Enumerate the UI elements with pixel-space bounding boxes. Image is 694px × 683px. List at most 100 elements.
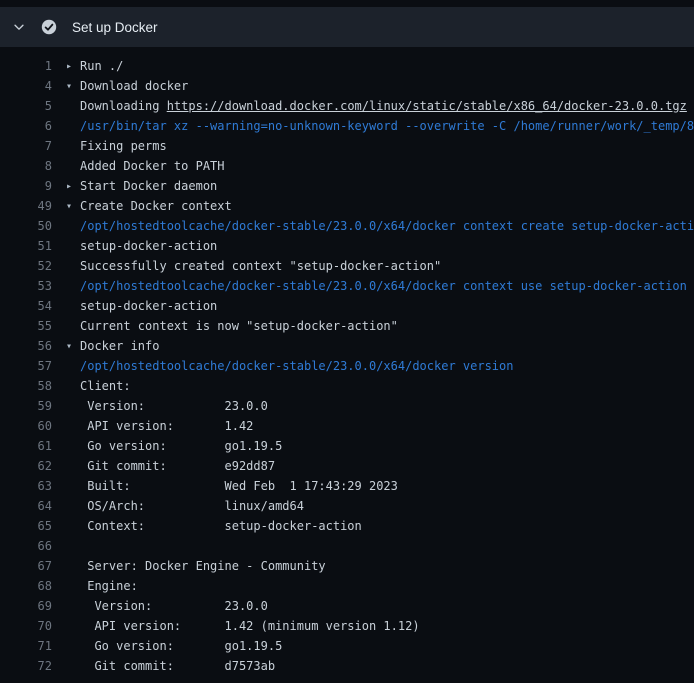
log-line: 66 xyxy=(0,536,694,556)
line-number[interactable]: 56 xyxy=(0,336,52,356)
log-line: 67 Server: Docker Engine - Community xyxy=(0,556,694,576)
log-text: Successfully created context "setup-dock… xyxy=(80,259,441,273)
log-line: 56▾Docker info xyxy=(0,336,694,356)
log-group-header[interactable]: ▾Create Docker context xyxy=(52,196,232,216)
log-line-content: API version: 1.42 (minimum version 1.12) xyxy=(52,616,420,636)
line-number[interactable]: 58 xyxy=(0,376,52,396)
log-line-content: Go version: go1.19.5 xyxy=(52,436,282,456)
log-line-content: Built: Wed Feb 1 17:43:29 2023 xyxy=(52,476,398,496)
log-link[interactable]: https://download.docker.com/linux/static… xyxy=(167,99,687,113)
log-line: 49▾Create Docker context xyxy=(0,196,694,216)
step-header[interactable]: Set up Docker xyxy=(0,7,694,47)
line-number[interactable]: 53 xyxy=(0,276,52,296)
log-text: Downloading xyxy=(80,99,167,113)
log-line: 69 Version: 23.0.0 xyxy=(0,596,694,616)
log-line-content: setup-docker-action xyxy=(52,236,217,256)
log-text: Start Docker daemon xyxy=(80,179,217,193)
log-text: Go version: go1.19.5 xyxy=(80,639,282,653)
log-text: Download docker xyxy=(80,79,188,93)
line-number[interactable]: 59 xyxy=(0,396,52,416)
log-group-header[interactable]: ▸Run ./ xyxy=(52,56,123,76)
line-number[interactable]: 65 xyxy=(0,516,52,536)
log-line: 68 Engine: xyxy=(0,576,694,596)
group-collapsed-icon[interactable]: ▸ xyxy=(66,57,80,77)
group-expanded-icon[interactable]: ▾ xyxy=(66,197,80,217)
log-group-header[interactable]: ▸Start Docker daemon xyxy=(52,176,217,196)
log-text: setup-docker-action xyxy=(80,239,217,253)
group-expanded-icon[interactable]: ▾ xyxy=(66,337,80,357)
log-line: 61 Go version: go1.19.5 xyxy=(0,436,694,456)
log-line: 59 Version: 23.0.0 xyxy=(0,396,694,416)
log-text: Fixing perms xyxy=(80,139,167,153)
log-line-content: /opt/hostedtoolcache/docker-stable/23.0.… xyxy=(52,216,694,236)
line-number[interactable]: 57 xyxy=(0,356,52,376)
line-number[interactable]: 8 xyxy=(0,156,52,176)
chevron-down-icon[interactable] xyxy=(12,20,26,34)
log-command-text: /opt/hostedtoolcache/docker-stable/23.0.… xyxy=(80,219,694,233)
line-number[interactable]: 63 xyxy=(0,476,52,496)
line-number[interactable]: 7 xyxy=(0,136,52,156)
line-number[interactable]: 4 xyxy=(0,76,52,96)
log-line: 5Downloading https://download.docker.com… xyxy=(0,96,694,116)
line-number[interactable]: 6 xyxy=(0,116,52,136)
log-text: setup-docker-action xyxy=(80,299,217,313)
group-expanded-icon[interactable]: ▾ xyxy=(66,77,80,97)
line-number[interactable]: 67 xyxy=(0,556,52,576)
log-text: Create Docker context xyxy=(80,199,232,213)
log-line: 50/opt/hostedtoolcache/docker-stable/23.… xyxy=(0,216,694,236)
line-number[interactable]: 52 xyxy=(0,256,52,276)
log-line: 55Current context is now "setup-docker-a… xyxy=(0,316,694,336)
log-line-content: Engine: xyxy=(52,576,138,596)
log-line: 70 API version: 1.42 (minimum version 1.… xyxy=(0,616,694,636)
log-line-content: Version: 23.0.0 xyxy=(52,396,268,416)
log-line: 64 OS/Arch: linux/amd64 xyxy=(0,496,694,516)
log-line-content: Downloading https://download.docker.com/… xyxy=(52,96,687,116)
log-line: 8Added Docker to PATH xyxy=(0,156,694,176)
log-line-content: Git commit: d7573ab xyxy=(52,656,275,676)
success-check-circle-icon xyxy=(41,19,57,35)
log-command-text: /usr/bin/tar xz --warning=no-unknown-key… xyxy=(80,119,694,133)
line-number[interactable]: 64 xyxy=(0,496,52,516)
step-title: Set up Docker xyxy=(72,20,158,35)
log-line: 58Client: xyxy=(0,376,694,396)
line-number[interactable]: 69 xyxy=(0,596,52,616)
line-number[interactable]: 61 xyxy=(0,436,52,456)
log-text: Run ./ xyxy=(80,59,123,73)
line-number[interactable]: 54 xyxy=(0,296,52,316)
log-line-content: Successfully created context "setup-dock… xyxy=(52,256,441,276)
log-group-header[interactable]: ▾Download docker xyxy=(52,76,188,96)
log-line-content: API version: 1.42 xyxy=(52,416,253,436)
log-line: 51 setup-docker-action xyxy=(0,236,694,256)
line-number[interactable]: 50 xyxy=(0,216,52,236)
log-text: Version: 23.0.0 xyxy=(80,599,268,613)
log-text: OS/Arch: linux/amd64 xyxy=(80,499,304,513)
log-group-header[interactable]: ▾Docker info xyxy=(52,336,159,356)
log-line: 62 Git commit: e92dd87 xyxy=(0,456,694,476)
line-number[interactable]: 9 xyxy=(0,176,52,196)
group-collapsed-icon[interactable]: ▸ xyxy=(66,177,80,197)
line-number[interactable]: 1 xyxy=(0,56,52,76)
log-line-content: OS/Arch: linux/amd64 xyxy=(52,496,304,516)
log-line: 53/opt/hostedtoolcache/docker-stable/23.… xyxy=(0,276,694,296)
line-number[interactable]: 70 xyxy=(0,616,52,636)
log-line-content: Go version: go1.19.5 xyxy=(52,636,282,656)
line-number[interactable]: 66 xyxy=(0,536,52,556)
log-line: 65 Context: setup-docker-action xyxy=(0,516,694,536)
log-line-content: /opt/hostedtoolcache/docker-stable/23.0.… xyxy=(52,276,687,296)
line-number[interactable]: 5 xyxy=(0,96,52,116)
log-text: Git commit: d7573ab xyxy=(80,659,275,673)
line-number[interactable]: 62 xyxy=(0,456,52,476)
log-text: Server: Docker Engine - Community xyxy=(80,559,326,573)
line-number[interactable]: 71 xyxy=(0,636,52,656)
log-line: 52 Successfully created context "setup-do… xyxy=(0,256,694,276)
line-number[interactable]: 51 xyxy=(0,236,52,256)
log-text: Context: setup-docker-action xyxy=(80,519,362,533)
line-number[interactable]: 72 xyxy=(0,656,52,676)
line-number[interactable]: 55 xyxy=(0,316,52,336)
line-number[interactable]: 60 xyxy=(0,416,52,436)
log-line-content: Git commit: e92dd87 xyxy=(52,456,275,476)
line-number[interactable]: 49 xyxy=(0,196,52,216)
log-text: API version: 1.42 (minimum version 1.12) xyxy=(80,619,420,633)
line-number[interactable]: 68 xyxy=(0,576,52,596)
log-line: 63 Built: Wed Feb 1 17:43:29 2023 xyxy=(0,476,694,496)
